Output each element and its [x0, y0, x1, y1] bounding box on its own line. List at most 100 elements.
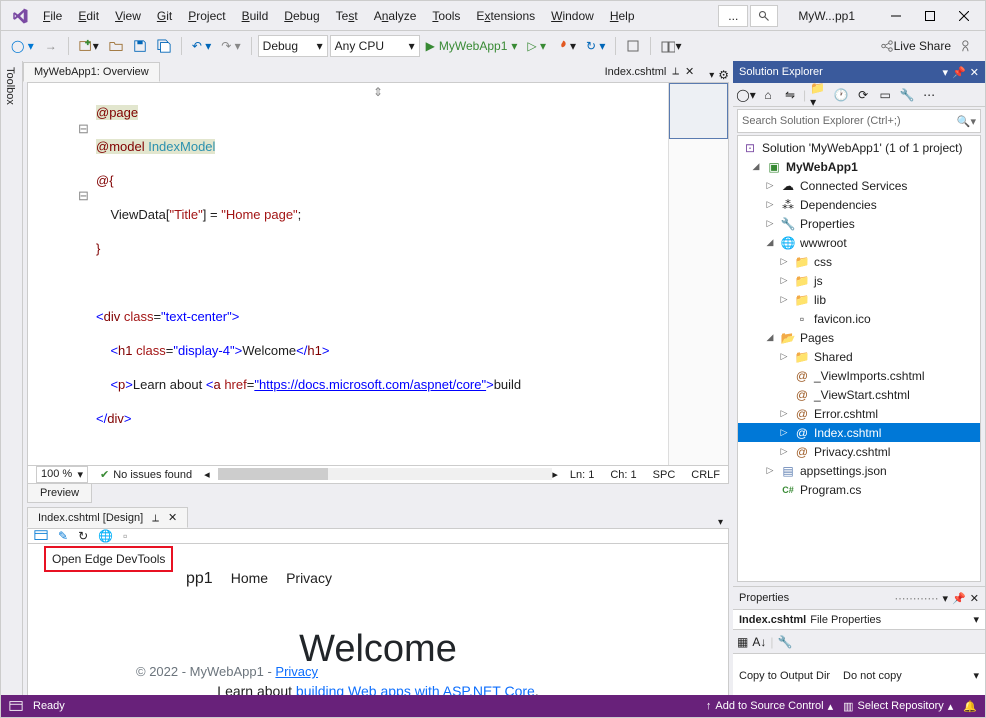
split-handle-icon[interactable]: ⇕ [373, 85, 383, 99]
tree-solution[interactable]: ⊡Solution 'MyWebApp1' (1 of 1 project) [738, 138, 980, 157]
props-close-icon[interactable]: ✕ [970, 592, 979, 605]
fold-icon[interactable]: ⊟ [28, 188, 92, 204]
pin-icon[interactable]: ⟂ [672, 66, 679, 77]
se-refresh-icon[interactable]: 🕐 [832, 86, 850, 104]
feedback-button[interactable] [957, 35, 979, 57]
redo-button[interactable]: ↷ ▾ [217, 35, 244, 57]
tree-css-folder[interactable]: ▷📁css [738, 252, 980, 271]
se-show-all-icon[interactable]: 📁▾ [810, 86, 828, 104]
line-indicator[interactable]: Ln: 1 [570, 469, 594, 481]
tree-properties[interactable]: ▷🔧Properties [738, 214, 980, 233]
zoom-dropdown[interactable]: 100 %▾ [36, 466, 88, 483]
close-tab-icon[interactable]: ✕ [168, 512, 177, 524]
tree-wwwroot[interactable]: ◢🌐wwwroot [738, 233, 980, 252]
editor-h-scrollbar[interactable]: ◂▸ [204, 468, 558, 481]
se-back-icon[interactable]: ◯▾ [737, 86, 755, 104]
tree-privacy-cshtml[interactable]: ▷@Privacy.cshtml [738, 442, 980, 461]
panel-dropdown-icon[interactable]: ▾ [943, 66, 949, 79]
add-source-control-button[interactable]: ↑ Add to Source Control ▴ [706, 700, 833, 713]
tree-js-folder[interactable]: ▷📁js [738, 271, 980, 290]
indent-indicator[interactable]: SPC [653, 469, 676, 481]
undo-button[interactable]: ↶ ▾ [188, 35, 215, 57]
tree-dependencies[interactable]: ▷⁂Dependencies [738, 195, 980, 214]
start-debug-button[interactable]: ▶ MyWebApp1 ▾ [422, 35, 522, 57]
tab-dropdown-icon[interactable]: ▾ [712, 517, 729, 528]
se-more-icon[interactable]: ⋯ [920, 86, 938, 104]
se-props-icon[interactable]: 🔧 [898, 86, 916, 104]
notifications-icon[interactable]: 🔔 [963, 700, 977, 713]
tree-favicon[interactable]: ▫favicon.ico [738, 309, 980, 328]
privacy-link[interactable]: Privacy [275, 664, 318, 679]
props-wrench-icon[interactable]: 🔧 [777, 635, 792, 649]
menu-file[interactable]: FFileile [35, 5, 70, 27]
code-content[interactable]: @page @model IndexModel @{ ViewData["Tit… [92, 83, 668, 465]
browser-link-button[interactable]: ↻ ▾ [582, 35, 609, 57]
open-button[interactable] [105, 35, 127, 57]
menu-help[interactable]: Help [602, 5, 643, 27]
menu-debug[interactable]: Debug [276, 5, 327, 27]
config-dropdown[interactable]: Debug▾ [258, 35, 328, 57]
devtools-button[interactable] [34, 529, 48, 543]
solution-search-input[interactable]: Search Solution Explorer (Ctrl+;) 🔍▾ [737, 109, 981, 133]
pin-icon[interactable]: ⟂ [152, 513, 159, 524]
nav-privacy[interactable]: Privacy [286, 570, 332, 588]
save-button[interactable] [129, 35, 151, 57]
tab-index-cshtml[interactable]: Index.cshtml ⟂ ✕ [594, 61, 706, 82]
menu-project[interactable]: Project [180, 5, 233, 27]
props-pin-icon[interactable]: 📌 [952, 592, 966, 605]
menu-edit[interactable]: Edit [70, 5, 107, 27]
nav-fwd-button[interactable]: → [40, 35, 62, 57]
se-collapse-icon[interactable]: ⟳ [854, 86, 872, 104]
start-nodebug-button[interactable]: ▷ ▾ [523, 35, 550, 57]
search-box[interactable]: ... [718, 5, 748, 27]
tree-viewimports[interactable]: @_ViewImports.cshtml [738, 366, 980, 385]
search-icon[interactable] [750, 5, 778, 27]
tab-dropdown-icon[interactable]: ▾ [709, 70, 714, 81]
design-doc-icon[interactable]: ▫ [123, 529, 127, 543]
design-refresh-icon[interactable]: ↻ [78, 529, 88, 543]
minimize-button[interactable] [879, 3, 913, 29]
tree-pages-folder[interactable]: ◢📂Pages [738, 328, 980, 347]
solution-tree[interactable]: ⊡Solution 'MyWebApp1' (1 of 1 project) ◢… [737, 135, 981, 582]
new-project-button[interactable]: ▾ [75, 35, 103, 57]
menu-view[interactable]: View [107, 5, 149, 27]
props-categorized-icon[interactable]: ▦ [737, 635, 748, 649]
se-sync-icon[interactable]: ⇋ [781, 86, 799, 104]
nav-back-button[interactable]: ◯ ▾ [7, 35, 38, 57]
menu-test[interactable]: Test [328, 5, 366, 27]
save-all-button[interactable] [153, 35, 175, 57]
code-minimap[interactable] [668, 83, 728, 465]
tree-shared-folder[interactable]: ▷📁Shared [738, 347, 980, 366]
toolbox-tab[interactable]: Toolbox [1, 61, 23, 697]
issues-indicator[interactable]: ✔No issues found [100, 468, 192, 481]
live-share-button[interactable]: Live Share [876, 35, 955, 57]
menu-extensions[interactable]: Extensions [468, 5, 543, 27]
tree-viewstart[interactable]: @_ViewStart.cshtml [738, 385, 980, 404]
tab-overview[interactable]: MyWebApp1: Overview [23, 62, 160, 82]
properties-grid[interactable]: Copy to Output Dir Do not copy ▾ [733, 653, 985, 697]
tree-project[interactable]: ◢▣MyWebApp1 [738, 157, 980, 176]
design-brush-icon[interactable]: ✎ [58, 529, 68, 543]
props-alpha-icon[interactable]: A↓ [752, 635, 766, 649]
menu-tools[interactable]: Tools [424, 5, 468, 27]
platform-dropdown[interactable]: Any CPU▾ [330, 35, 420, 57]
lineend-indicator[interactable]: CRLF [691, 469, 720, 481]
tree-lib-folder[interactable]: ▷📁lib [738, 290, 980, 309]
code-editor[interactable]: ⇕ ⊟ ⊟ @page @model IndexModel @{ ViewDat… [27, 82, 729, 466]
menu-git[interactable]: Git [149, 5, 180, 27]
tb-extra2[interactable]: ▾ [657, 35, 685, 57]
fold-icon[interactable]: ⊟ [28, 121, 92, 137]
menu-analyze[interactable]: Analyze [366, 5, 425, 27]
se-filter-icon[interactable]: ▭ [876, 86, 894, 104]
panel-pin-icon[interactable]: 📌 [952, 66, 966, 79]
tree-error-cshtml[interactable]: ▷@Error.cshtml [738, 404, 980, 423]
col-indicator[interactable]: Ch: 1 [610, 469, 636, 481]
tree-appsettings[interactable]: ▷▤appsettings.json [738, 461, 980, 480]
panel-close-icon[interactable]: ✕ [970, 66, 979, 79]
properties-object-dropdown[interactable]: Index.cshtml File Properties ▾ [733, 609, 985, 629]
menu-window[interactable]: Window [543, 5, 602, 27]
se-home-icon[interactable]: ⌂ [759, 86, 777, 104]
maximize-button[interactable] [913, 3, 947, 29]
menu-build[interactable]: Build [234, 5, 277, 27]
select-repo-button[interactable]: ▥ Select Repository ▴ [843, 700, 953, 713]
